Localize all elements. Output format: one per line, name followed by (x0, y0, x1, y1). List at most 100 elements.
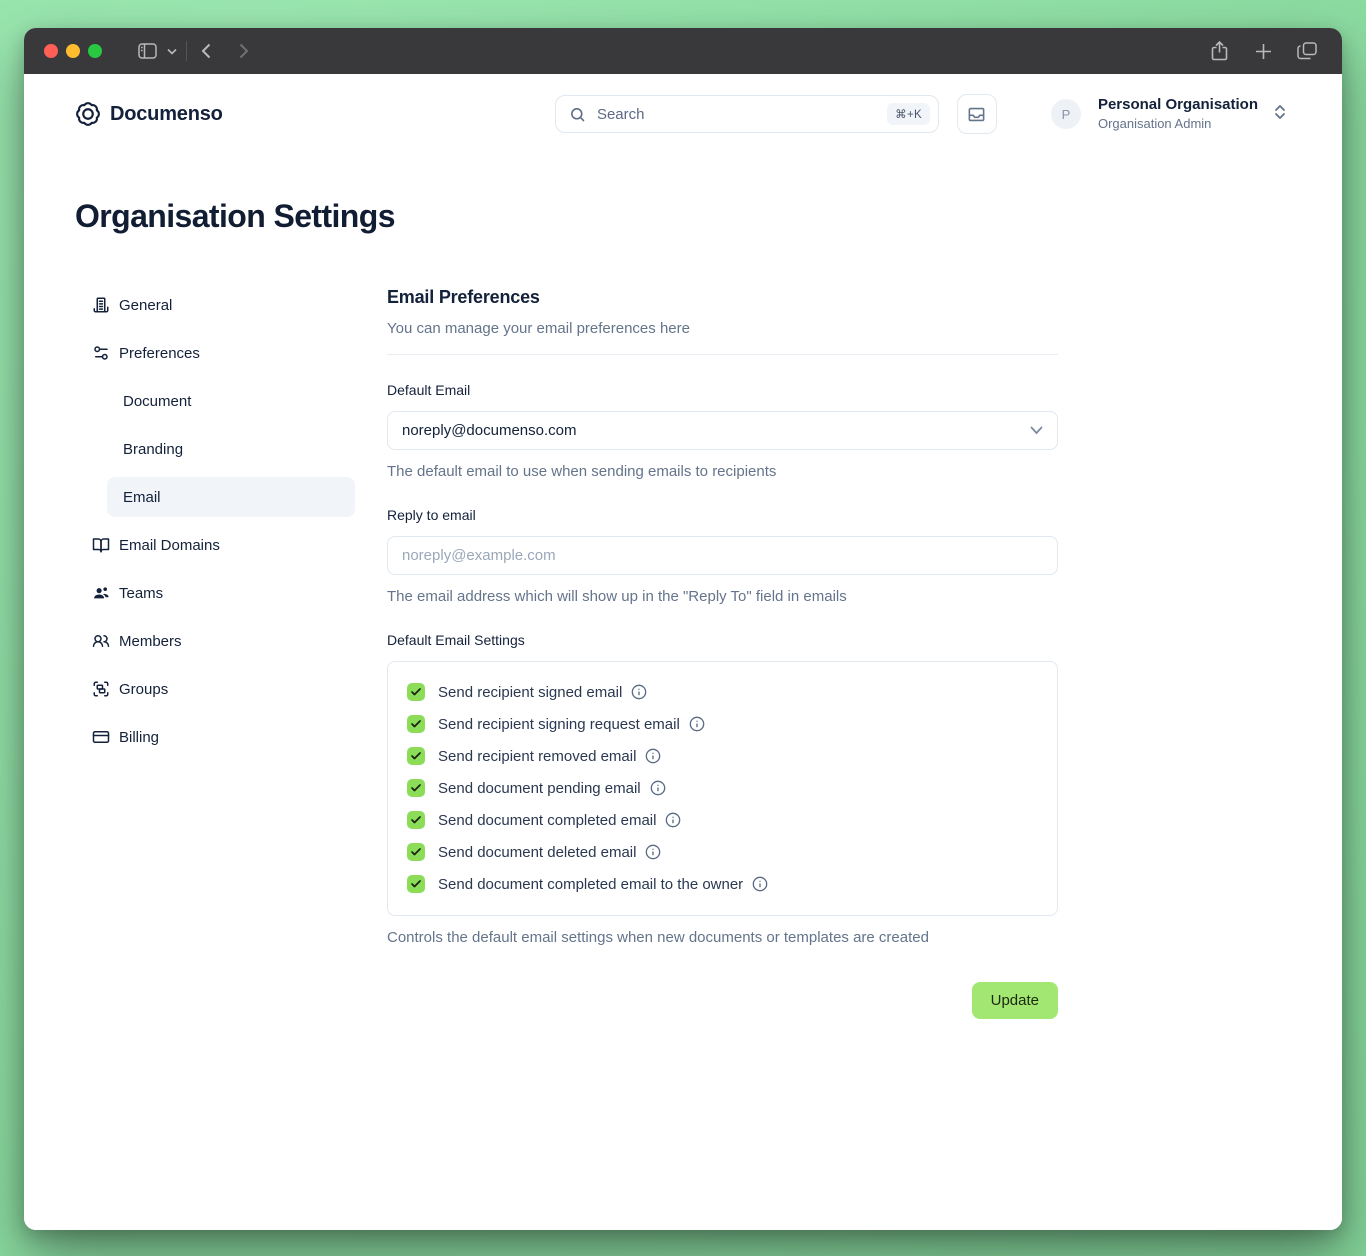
email-setting-row: Send document completed email (407, 804, 1043, 836)
info-icon[interactable] (665, 812, 681, 828)
toolbar-divider (186, 41, 187, 61)
section-subtitle: You can manage your email preferences he… (387, 320, 1058, 337)
email-setting-label: Send document deleted email (438, 844, 636, 861)
email-setting-label: Send recipient removed email (438, 748, 636, 765)
browser-window: Documenso ⌘+K P Personal Organisation (24, 28, 1342, 1230)
close-window-button[interactable] (44, 44, 58, 58)
sidebar-item-label: Billing (119, 729, 159, 746)
default-email-label: Default Email (387, 382, 1058, 398)
reply-to-input[interactable] (387, 536, 1058, 575)
sidebar-item-label: Email Domains (119, 537, 220, 554)
account-role: Organisation Admin (1098, 116, 1258, 132)
sidebar-item-label: General (119, 297, 172, 314)
section-divider (387, 354, 1058, 355)
email-setting-label: Send document completed email to the own… (438, 876, 743, 893)
info-icon[interactable] (650, 780, 666, 796)
info-icon[interactable] (752, 876, 768, 892)
email-setting-label: Send recipient signing request email (438, 716, 680, 733)
sidebar-item-label: Email (123, 489, 161, 506)
sidebar-toggle-icon[interactable] (132, 36, 162, 66)
documenso-logo[interactable]: Documenso (75, 101, 223, 127)
info-icon[interactable] (689, 716, 705, 732)
email-setting-label: Send document completed email (438, 812, 656, 829)
sidebar-item-label: Teams (119, 585, 163, 602)
default-email-value: noreply@documenso.com (402, 422, 576, 439)
new-tab-icon[interactable] (1248, 36, 1278, 66)
email-setting-label: Send recipient signed email (438, 684, 622, 701)
email-preferences-panel: Email Preferences You can manage your em… (387, 285, 1058, 1019)
default-email-select[interactable]: noreply@documenso.com (387, 411, 1058, 450)
reply-to-helper: The email address which will show up in … (387, 588, 1058, 605)
users-filled-icon (92, 584, 110, 602)
sidebar-item-teams[interactable]: Teams (75, 573, 355, 613)
checkbox-checked[interactable] (407, 843, 425, 861)
sidebar-item-groups[interactable]: Groups (75, 669, 355, 709)
checkbox-checked[interactable] (407, 747, 425, 765)
email-setting-row: Send document completed email to the own… (407, 868, 1043, 900)
page-content: Documenso ⌘+K P Personal Organisation (24, 74, 1342, 1230)
email-setting-row: Send recipient removed email (407, 740, 1043, 772)
chevron-down-icon (1030, 426, 1043, 435)
sidebar-menu-chevron-icon[interactable] (162, 36, 182, 66)
checkbox-checked[interactable] (407, 875, 425, 893)
email-settings-label: Default Email Settings (387, 632, 1058, 648)
sidebar-item-label: Preferences (119, 345, 200, 362)
search-bar[interactable]: ⌘+K (555, 95, 939, 133)
avatar: P (1051, 99, 1081, 129)
email-setting-row: Send recipient signing request email (407, 708, 1043, 740)
sidebar-item-members[interactable]: Members (75, 621, 355, 661)
search-icon (569, 106, 586, 123)
info-icon[interactable] (645, 844, 661, 860)
sidebar-item-label: Document (123, 393, 191, 410)
sidebar-item-label: Groups (119, 681, 168, 698)
group-icon (92, 680, 110, 698)
back-button-icon[interactable] (191, 36, 221, 66)
forward-button-icon[interactable] (229, 36, 259, 66)
checkbox-checked[interactable] (407, 715, 425, 733)
sidebar-item-billing[interactable]: Billing (75, 717, 355, 757)
sidebar-item-email[interactable]: Email (107, 477, 355, 517)
checkbox-checked[interactable] (407, 779, 425, 797)
email-setting-row: Send recipient signed email (407, 676, 1043, 708)
email-settings-helper: Controls the default email settings when… (387, 929, 1058, 946)
search-shortcut-badge: ⌘+K (887, 103, 930, 125)
minimize-window-button[interactable] (66, 44, 80, 58)
traffic-lights (44, 44, 102, 58)
sidebar-item-email-domains[interactable]: Email Domains (75, 525, 355, 565)
page-title: Organisation Settings (75, 198, 1286, 235)
chevrons-up-down-icon (1274, 104, 1286, 125)
info-icon[interactable] (645, 748, 661, 764)
sliders-icon (92, 344, 110, 362)
sidebar-item-general[interactable]: General (75, 285, 355, 325)
building-icon (92, 296, 110, 314)
email-setting-label: Send document pending email (438, 780, 641, 797)
sidebar-item-label: Branding (123, 441, 183, 458)
checkbox-checked[interactable] (407, 811, 425, 829)
account-name: Personal Organisation (1098, 96, 1258, 114)
tab-overview-icon[interactable] (1292, 36, 1322, 66)
sidebar-item-preferences[interactable]: Preferences (75, 333, 355, 373)
section-title: Email Preferences (387, 287, 1058, 308)
inbox-icon (967, 105, 986, 124)
app-header: Documenso ⌘+K P Personal Organisation (24, 74, 1342, 152)
default-email-helper: The default email to use when sending em… (387, 463, 1058, 480)
update-button[interactable]: Update (972, 982, 1058, 1019)
sidebar-item-document[interactable]: Document (107, 381, 355, 421)
titlebar (24, 28, 1342, 74)
search-input[interactable] (595, 105, 887, 124)
sidebar-item-label: Members (119, 633, 182, 650)
organisation-switcher[interactable]: P Personal Organisation Organisation Adm… (1051, 96, 1286, 132)
zoom-window-button[interactable] (88, 44, 102, 58)
email-setting-row: Send document pending email (407, 772, 1043, 804)
credit-card-icon (92, 728, 110, 746)
inbox-button[interactable] (957, 94, 997, 134)
brand-name: Documenso (110, 103, 223, 126)
info-icon[interactable] (631, 684, 647, 700)
checkbox-checked[interactable] (407, 683, 425, 701)
share-icon[interactable] (1204, 36, 1234, 66)
sidebar-item-branding[interactable]: Branding (107, 429, 355, 469)
settings-sidebar: General Preferences Document Branding Email E… (75, 285, 355, 1019)
users-round-icon (92, 632, 110, 650)
book-open-icon (92, 536, 110, 554)
documenso-logo-icon (75, 101, 101, 127)
